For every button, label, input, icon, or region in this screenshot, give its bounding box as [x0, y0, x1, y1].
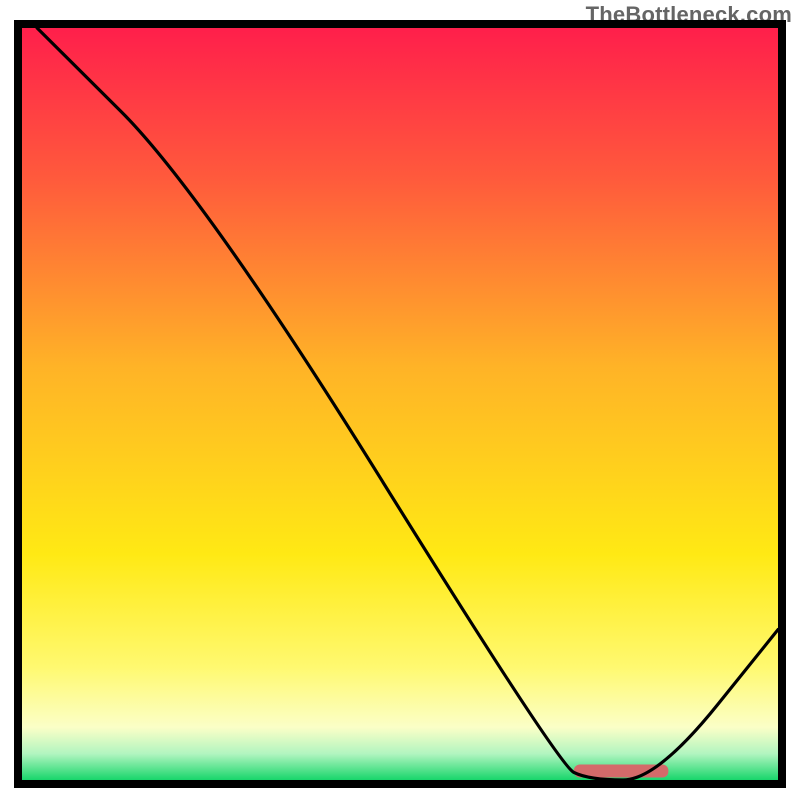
chart-background: [22, 28, 778, 780]
bottleneck-chart: [0, 0, 800, 800]
